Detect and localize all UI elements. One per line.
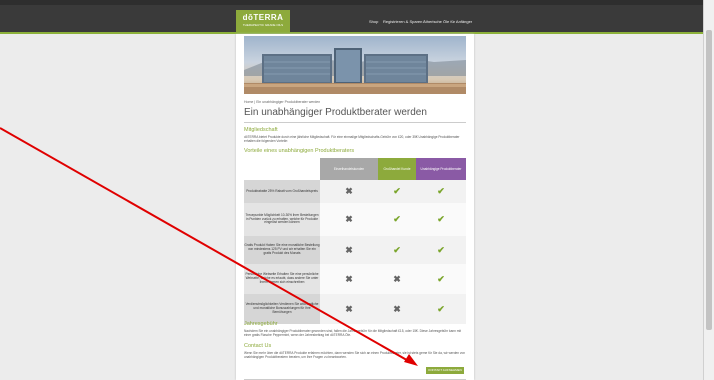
red-arrow-annotation bbox=[0, 127, 418, 366]
arrow-line bbox=[0, 127, 413, 364]
arrow-head bbox=[404, 354, 418, 366]
